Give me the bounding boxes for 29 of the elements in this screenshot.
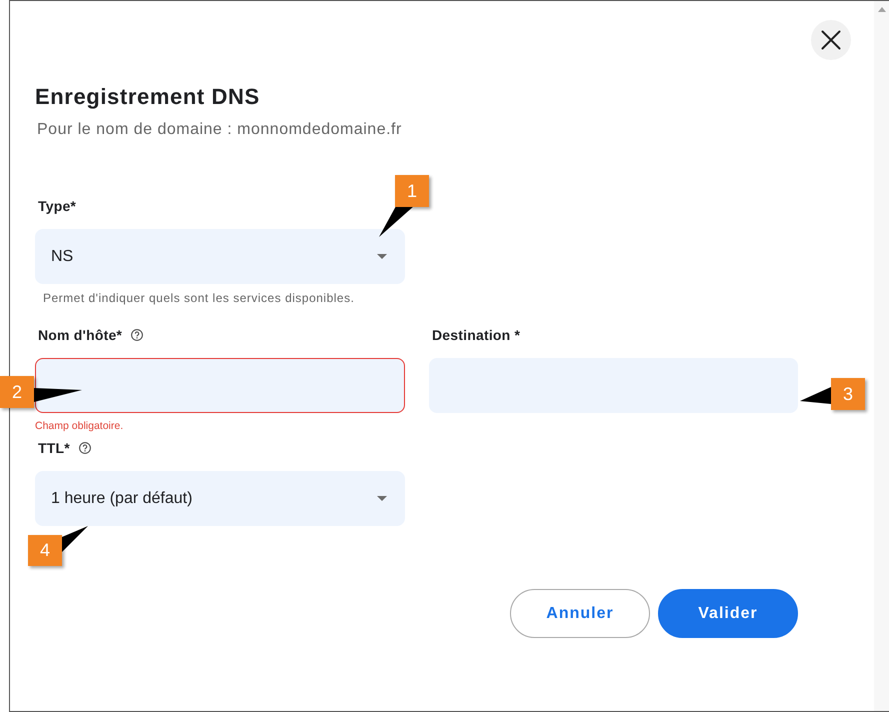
dialog-subtitle: Pour le nom de domaine : monnomdedomaine.fr [37, 120, 402, 140]
cancel-button[interactable]: Annuler [510, 589, 650, 638]
callout-pointer [34, 388, 82, 402]
callout-badge: 4 [28, 535, 62, 566]
scroll-up-icon[interactable] [878, 7, 886, 12]
submit-button[interactable]: Valider [658, 589, 798, 638]
callout-badge: 3 [831, 378, 865, 410]
callout-badge: 2 [0, 376, 34, 408]
callout-pointer [800, 387, 831, 404]
field-label: Destination * [432, 327, 520, 343]
caret-icon [377, 496, 387, 501]
error-message: Champ obligatoire. [35, 420, 124, 432]
callout-pointer [62, 526, 88, 552]
help-icon[interactable] [78, 442, 91, 454]
field-label: Type* [38, 198, 76, 214]
field-label: TTL* [38, 440, 70, 456]
dropdown[interactable]: NS [35, 229, 405, 284]
callout-pointer [379, 206, 414, 237]
dialog-title: Enregistrement DNS [35, 84, 260, 110]
scrollbar-track[interactable] [874, 1, 889, 711]
close-icon [821, 30, 841, 50]
callout-badge: 1 [395, 175, 429, 207]
helper-text: Permet d'indiquer quels sont les services disponibles. [42, 291, 354, 305]
field-label: Nom d'hôte* [38, 327, 122, 343]
text-field[interactable] [35, 358, 405, 413]
help-icon[interactable] [131, 329, 144, 341]
caret-icon [377, 254, 387, 259]
dropdown[interactable]: 1 heure (par défaut) [35, 471, 405, 526]
close-button[interactable] [811, 20, 851, 60]
